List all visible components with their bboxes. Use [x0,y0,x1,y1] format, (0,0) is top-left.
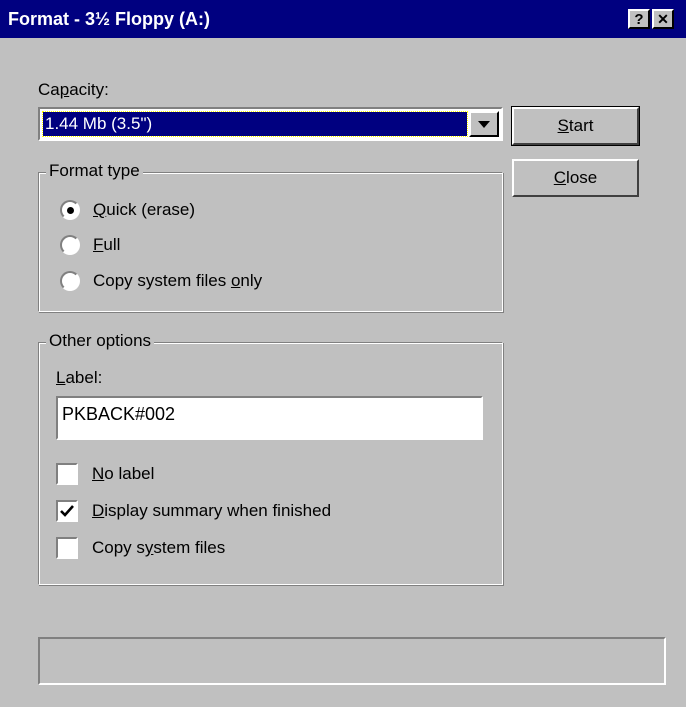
window-title: Format - 3½ Floppy (A:) [8,9,210,29]
radio-full[interactable]: Full [60,235,120,255]
close-window-button[interactable]: ✕ [652,9,674,29]
start-button[interactable]: Start [511,106,640,146]
checkbox-display-summary-text: Display summary when finished [92,501,332,520]
close-icon: ✕ [657,11,669,27]
format-type-legend: Format type [46,161,143,181]
help-button[interactable]: ? [628,9,650,29]
chevron-down-icon [478,120,490,128]
checkbox[interactable] [56,537,78,559]
checkbox-no-label[interactable]: No label [56,463,154,485]
close-button[interactable]: Close [512,159,639,197]
radio-copy-system-files-only[interactable]: Copy system files only [60,271,262,291]
start-button-label: Start [557,116,594,135]
checkbox-no-label-text: No label [92,464,155,483]
checkbox[interactable] [56,500,78,522]
capacity-selected-value: 1.44 Mb (3.5") [42,111,468,137]
radio-quick[interactable]: Quick (erase) [60,200,195,220]
progress-bar [38,637,666,685]
help-icon: ? [634,10,644,28]
radio-button[interactable] [60,200,80,220]
other-options-legend: Other options [46,331,155,351]
checkbox-display-summary[interactable]: Display summary when finished [56,500,331,522]
radio-quick-label: Quick (erase) [93,200,196,219]
label-field-caption: Label: [56,368,103,387]
checkmark-icon [60,505,74,517]
dropdown-arrow-button[interactable] [469,111,499,137]
close-button-label: Close [553,168,598,187]
radio-full-label: Full [93,235,121,254]
radio-selected-dot [66,206,74,214]
label-input[interactable]: PKBACK#002 [56,396,483,440]
checkbox[interactable] [56,463,78,485]
radio-copy-system-files-only-label: Copy system files only [93,271,263,290]
radio-button[interactable] [60,235,80,255]
checkbox-copy-system-files[interactable]: Copy system files [56,537,225,559]
checkbox-copy-system-files-text: Copy system files [92,538,226,557]
capacity-dropdown[interactable]: 1.44 Mb (3.5") [38,107,503,141]
capacity-label: Capacity: [38,80,109,99]
title-bar[interactable]: Format - 3½ Floppy (A:) ? ✕ [0,0,686,38]
radio-button[interactable] [60,271,80,291]
